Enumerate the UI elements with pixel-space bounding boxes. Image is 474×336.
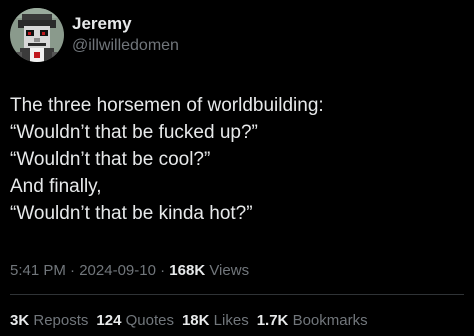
tweet-date[interactable]: 2024-09-10 [79,262,156,279]
tweet-line: “Wouldn’t that be kinda hot?” [10,203,253,224]
quotes-count: 124 [96,312,122,329]
divider [10,294,464,295]
bookmarks-stat[interactable]: 1.7K Bookmarks [257,311,368,331]
avatar[interactable] [10,8,64,62]
author-display-name[interactable]: Jeremy [72,14,179,34]
quotes-stat[interactable]: 124 Quotes [96,311,174,331]
likes-count: 18K [181,312,210,329]
tweet-line: The three horsemen of worldbuilding: [10,95,324,116]
reposts-stat[interactable]: 3K Reposts [10,311,88,331]
pixel-art-avatar-icon [10,8,64,62]
meta-separator: · [155,262,170,279]
reposts-count: 3K [10,312,30,329]
tweet-time[interactable]: 5:41 PM [10,262,66,279]
likes-label: Likes [213,312,249,329]
tweet-line: And finally, [10,176,102,197]
tweet-text: The three horsemen of worldbuilding: “Wo… [10,92,464,227]
reposts-label: Reposts [33,312,89,329]
meta-separator: · [65,262,80,279]
tweet-line: “Wouldn’t that be cool?” [10,149,211,170]
author-names: Jeremy @illwilledomen [72,14,179,56]
views-label: Views [209,262,250,279]
bookmarks-count: 1.7K [256,312,289,329]
views-count: 168K [169,262,206,279]
engagement-stats: 3K Reposts 124 Quotes 18K Likes 1.7K Boo… [10,311,368,331]
bookmarks-label: Bookmarks [292,312,368,329]
tweet-card: Jeremy @illwilledomen The three horsemen… [0,0,474,336]
author-handle[interactable]: @illwilledomen [72,36,179,56]
tweet-meta: 5:41 PM · 2024-09-10 · 168K Views [10,261,249,281]
likes-stat[interactable]: 18K Likes [182,311,249,331]
tweet-header: Jeremy @illwilledomen [10,8,179,62]
tweet-line: “Wouldn’t that be fucked up?” [10,122,258,143]
quotes-label: Quotes [125,312,174,329]
